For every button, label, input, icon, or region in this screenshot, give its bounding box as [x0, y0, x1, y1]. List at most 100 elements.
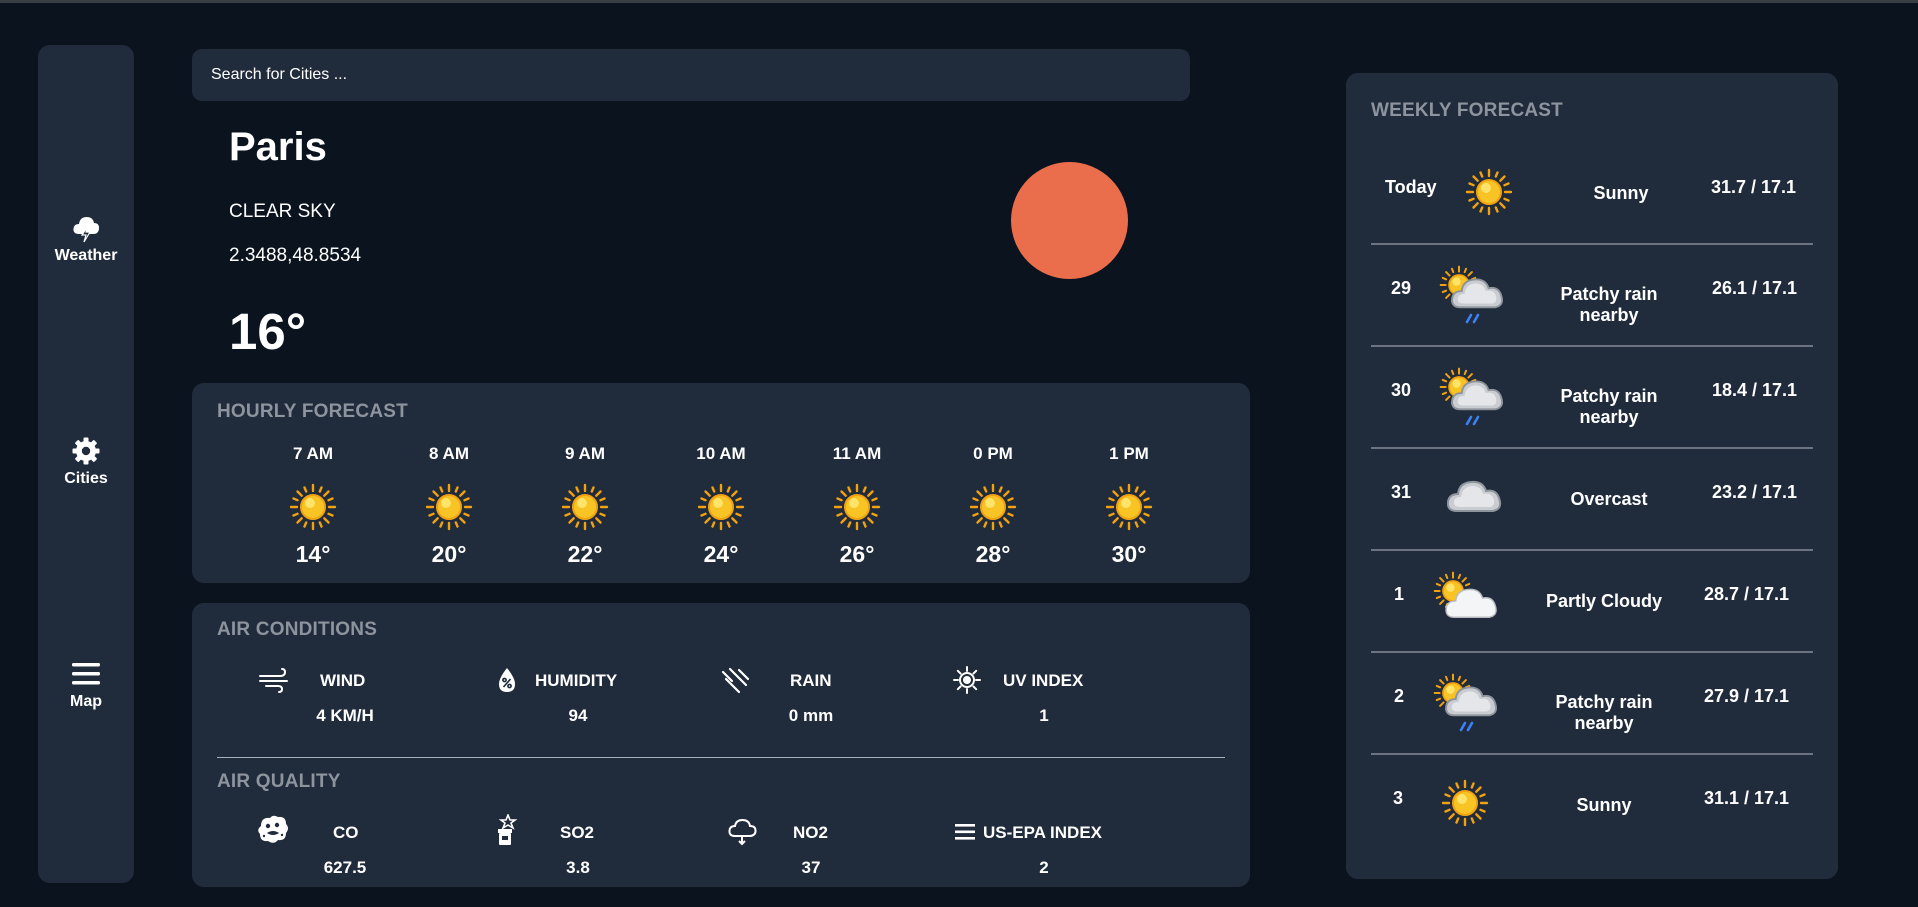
weekly-condition: Sunny [1593, 183, 1649, 203]
sun-icon [289, 483, 337, 531]
sidebar-item-cities[interactable]: Cities [38, 436, 134, 488]
window-top-border [0, 0, 1918, 3]
weekly-row: 30 Patchy rain nearby 18.4 / 17.1 [1371, 347, 1813, 447]
hourly-time: 9 AM [565, 444, 605, 463]
hourly-item: 10 AM 24° [666, 444, 776, 568]
sun-outline-icon [953, 666, 981, 694]
hourly-item: 1 PM 30° [1074, 444, 1184, 568]
sidebar-item-weather[interactable]: Weather [38, 213, 134, 265]
weekly-row: 1 Partly Cloudy 28.7 / 17.1 [1371, 551, 1813, 651]
weekly-row: 31 Overcast 23.2 / 17.1 [1371, 449, 1813, 549]
sun-disc-icon [1011, 162, 1128, 279]
weekly-temps: 18.4 / 17.1 [1712, 380, 1798, 400]
metric-label: UV INDEX [1003, 671, 1084, 690]
weekly-temps: 23.2 / 17.1 [1712, 482, 1798, 502]
metric-label: RAIN [790, 671, 832, 690]
sun-cloud-rain-icon [1433, 673, 1498, 732]
weekly-forecast-title: WEEKLY FORECAST [1371, 100, 1563, 121]
metric-label: US-EPA INDEX [983, 823, 1103, 842]
weekly-condition: Overcast [1570, 489, 1648, 509]
sun-icon [425, 483, 473, 531]
metric-label: NO2 [793, 823, 828, 842]
weekly-condition: Partly Cloudy [1545, 591, 1663, 611]
sidebar-item-label: Weather [54, 247, 118, 264]
metric-value: 94 [568, 706, 588, 725]
metric-label: HUMIDITY [535, 671, 618, 690]
weekly-condition: Patchy rain nearby [1555, 692, 1653, 733]
section-divider [217, 757, 1225, 758]
menu-icon [955, 824, 975, 840]
sidebar-item-map[interactable]: Map [38, 659, 134, 711]
metric-value: 37 [801, 858, 821, 877]
sun-icon [1105, 483, 1153, 531]
humidity-drop-icon [499, 668, 515, 692]
weekly-row: 2 Patchy rain nearby 27.9 / 17.1 [1371, 653, 1813, 753]
sun-cloud-rain-icon [1439, 367, 1504, 426]
hourly-temp: 28° [975, 541, 1011, 567]
air-quality-title: AIR QUALITY [217, 771, 341, 792]
hourly-forecast-title: HOURLY FORECAST [217, 401, 408, 422]
hourly-item: 8 AM 20° [394, 444, 504, 568]
hourly-temp: 24° [703, 541, 739, 567]
air-conditions-card [192, 603, 1250, 887]
sidebar: Weather Cities Map [38, 45, 134, 883]
city-coordinates: 2.3488,48.8534 [229, 245, 362, 266]
search-input[interactable] [192, 49, 1190, 101]
metric-value: 3.8 [566, 858, 590, 877]
sun-icon [1465, 168, 1513, 216]
hourly-time: 8 AM [429, 444, 469, 463]
metric-value: 0 mm [788, 706, 834, 725]
menu-icon [72, 663, 100, 685]
air-conditions-title: AIR CONDITIONS [217, 619, 378, 640]
weekly-row: 3 Sunny 31.1 / 17.1 [1371, 755, 1813, 855]
sidebar-item-label: Cities [64, 470, 108, 487]
weekly-condition: Patchy rain nearby [1560, 386, 1658, 427]
weekly-condition: Sunny [1576, 795, 1632, 815]
cloud-outline-icon [728, 818, 757, 846]
weekly-day: 31 [1391, 482, 1412, 502]
current-condition: CLEAR SKY [229, 201, 336, 222]
metric-value: 1 [1039, 706, 1049, 725]
rain-icon [721, 667, 750, 694]
chemical-bottle-icon [498, 814, 518, 845]
hourly-item: 0 PM 28° [938, 444, 1048, 568]
sun-icon [697, 483, 745, 531]
weekly-temps: 26.1 / 17.1 [1712, 278, 1798, 298]
weekly-temps: 28.7 / 17.1 [1704, 584, 1790, 604]
cloud-lightning-icon [73, 217, 100, 243]
city-name: Paris [229, 125, 327, 169]
sun-icon [833, 483, 881, 531]
cloud-icon [1446, 480, 1502, 512]
weekly-day: 3 [1393, 788, 1404, 808]
metric-value: 2 [1039, 858, 1049, 877]
hourly-item: 9 AM 22° [530, 444, 640, 568]
smog-icon [258, 815, 288, 843]
hourly-temp: 26° [839, 541, 875, 567]
weekly-temps: 31.7 / 17.1 [1711, 177, 1797, 197]
hourly-time: 1 PM [1109, 444, 1149, 463]
hourly-time: 10 AM [696, 444, 746, 463]
weekly-day: 1 [1394, 584, 1405, 604]
weekly-condition: Patchy rain nearby [1560, 284, 1658, 325]
metric-value: 627.5 [323, 858, 367, 877]
hourly-time: 0 PM [973, 444, 1013, 463]
sun-icon [561, 483, 609, 531]
sun-cloud-rain-icon [1439, 265, 1504, 324]
wind-icon [259, 668, 288, 693]
hourly-temp: 14° [295, 541, 331, 567]
weekly-row: 29 Patchy rain nearby 26.1 / 17.1 [1371, 245, 1813, 345]
hourly-time: 11 AM [832, 444, 882, 463]
weekly-day: 2 [1394, 686, 1405, 706]
hourly-item: 7 AM 14° [258, 444, 368, 568]
weekly-temps: 27.9 / 17.1 [1704, 686, 1790, 706]
metric-value: 4 KM/H [316, 706, 374, 725]
weekly-day: 29 [1391, 278, 1412, 298]
sun-cloud-icon [1433, 571, 1497, 618]
metric-label: CO [333, 823, 359, 842]
weekly-day: 30 [1391, 380, 1412, 400]
sidebar-item-label: Map [70, 693, 102, 710]
hourly-temp: 20° [431, 541, 467, 567]
hourly-time: 7 AM [293, 444, 333, 463]
weekly-day: Today [1385, 177, 1437, 197]
hourly-temp: 22° [567, 541, 603, 567]
